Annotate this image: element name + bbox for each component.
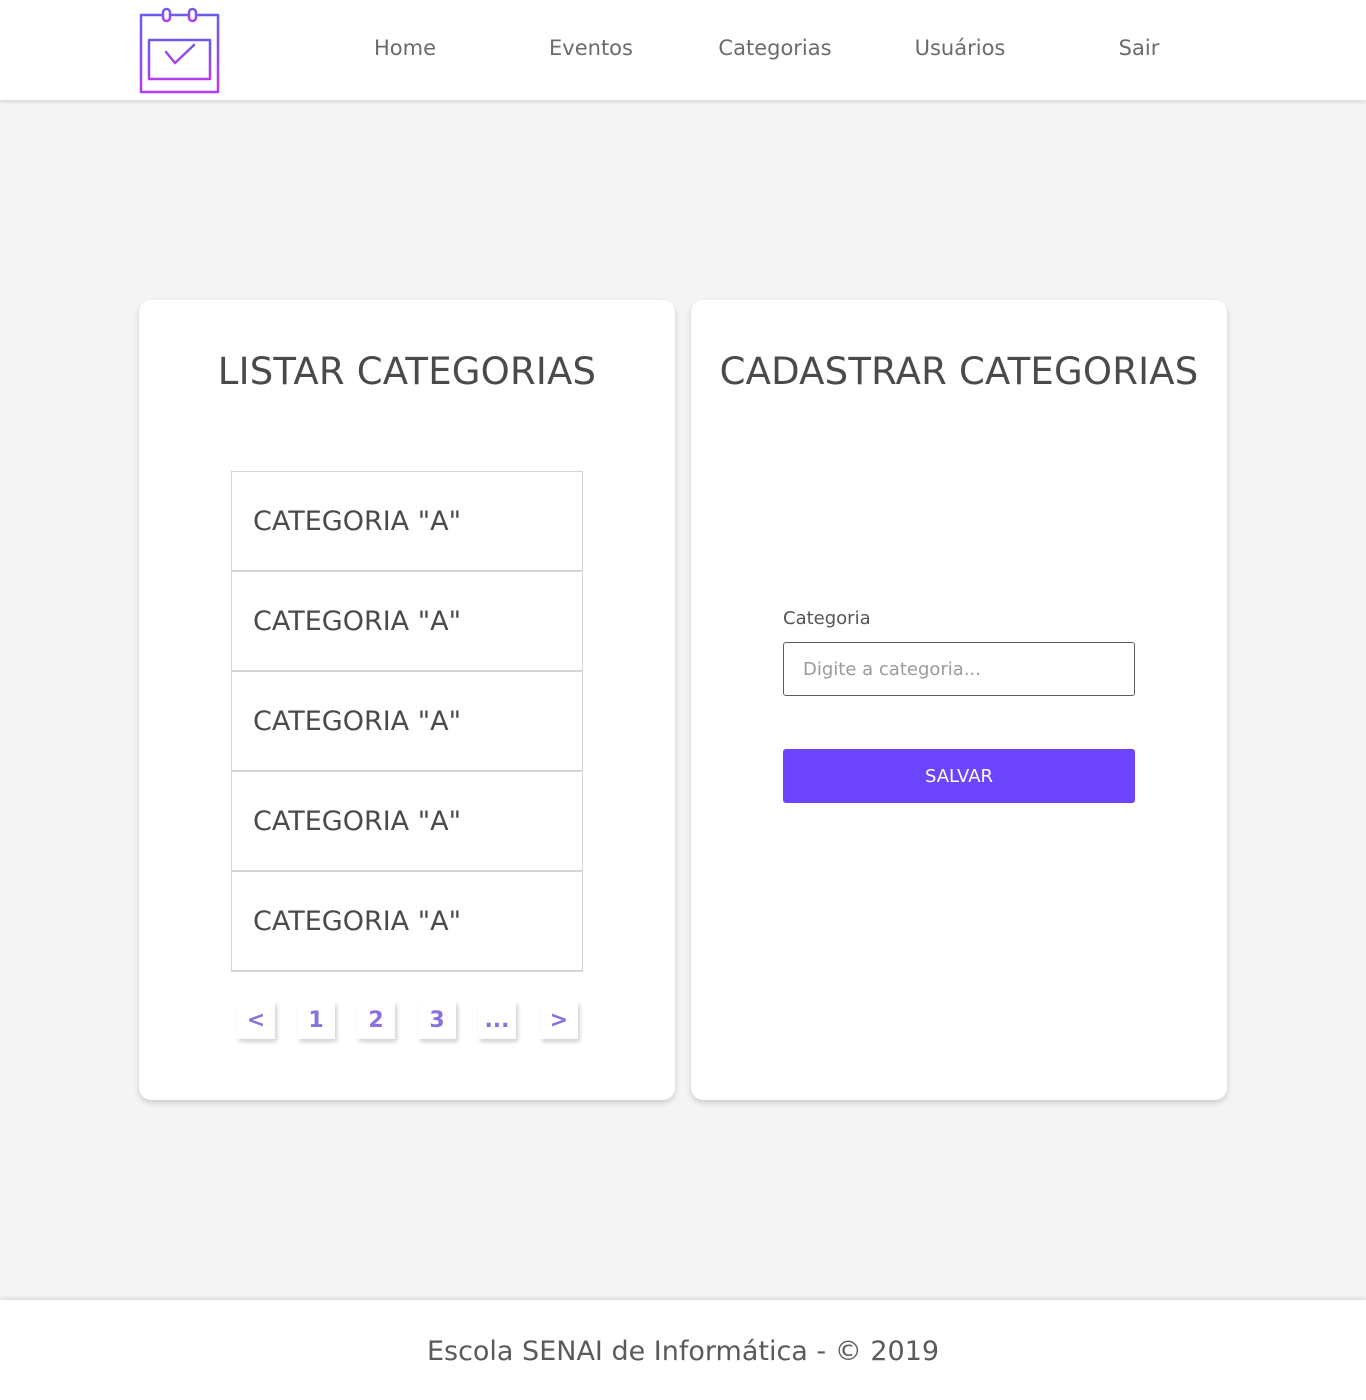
list-item[interactable]: CATEGORIA "A" (232, 472, 582, 572)
footer-text: Escola SENAI de Informática - © 2019 (426, 1336, 940, 1367)
list-item[interactable]: CATEGORIA "A" (232, 672, 582, 772)
list-item[interactable]: CATEGORIA "A" (232, 872, 582, 972)
pagination-page-2[interactable]: 2 (357, 1001, 395, 1039)
pagination-next-button[interactable]: > (540, 1001, 578, 1039)
list-item[interactable]: CATEGORIA "A" (232, 572, 582, 672)
list-card-title: LISTAR CATEGORIAS (217, 350, 597, 393)
nav-home[interactable]: Home (374, 36, 436, 70)
nav-categorias[interactable]: Categorias (718, 36, 831, 70)
save-button[interactable]: SALVAR (783, 749, 1135, 803)
top-header: Home Eventos Categorias Usuários Sair (0, 0, 1366, 100)
register-category-card: CADASTRAR CATEGORIAS Categoria SALVAR (691, 300, 1227, 1100)
list-item[interactable]: CATEGORIA "A" (232, 772, 582, 872)
calendar-check-icon[interactable] (139, 7, 221, 94)
pagination: < 1 2 3 ... > (237, 1001, 579, 1039)
pagination-prev-button[interactable]: < (237, 1001, 275, 1039)
nav-eventos[interactable]: Eventos (549, 36, 633, 70)
nav-sair[interactable]: Sair (1119, 36, 1160, 70)
pagination-ellipsis[interactable]: ... (478, 1001, 516, 1039)
category-list: CATEGORIA "A" CATEGORIA "A" CATEGORIA "A… (231, 471, 583, 972)
list-categories-card: LISTAR CATEGORIAS CATEGORIA "A" CATEGORI… (139, 300, 675, 1100)
nav-usuarios[interactable]: Usuários (915, 36, 1006, 70)
category-field-label: Categoria (783, 608, 871, 629)
pagination-page-3[interactable]: 3 (418, 1001, 456, 1039)
category-input[interactable] (783, 642, 1135, 696)
form-card-title: CADASTRAR CATEGORIAS (719, 350, 1199, 393)
page-footer: Escola SENAI de Informática - © 2019 (0, 1300, 1366, 1400)
pagination-page-1[interactable]: 1 (297, 1001, 335, 1039)
